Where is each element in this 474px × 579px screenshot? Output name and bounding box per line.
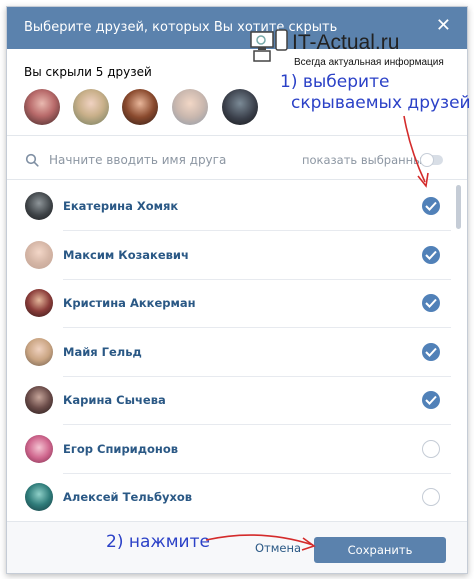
arrow-to-save xyxy=(205,534,314,546)
annotation-arrows xyxy=(205,115,429,551)
arrow-to-checkbox xyxy=(403,115,426,183)
